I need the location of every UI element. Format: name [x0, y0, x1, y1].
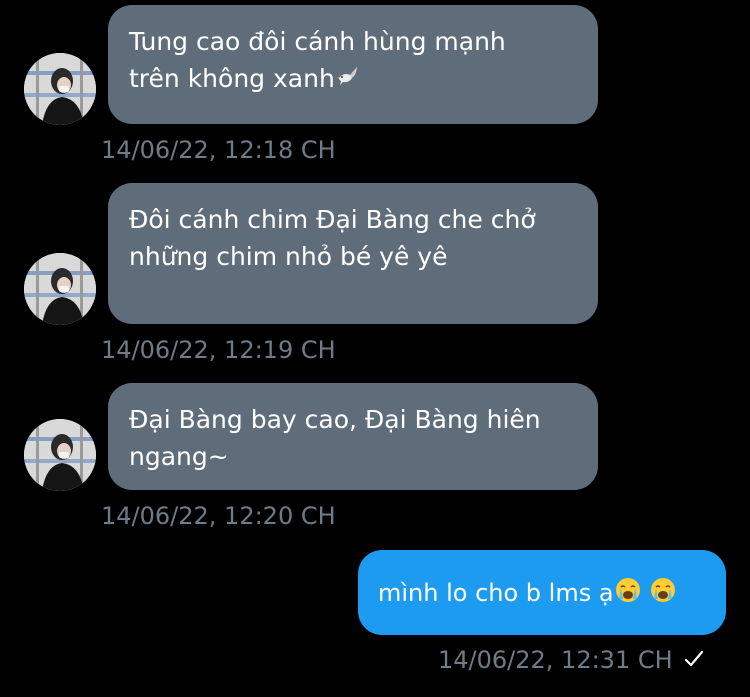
message-text-line: Đôi cánh chim Đại Bàng che chở: [129, 205, 536, 234]
message-timestamp: 14/06/22, 12:31 CH: [438, 646, 673, 674]
message-text-line: ngang~: [129, 442, 229, 471]
avatar-photo: [24, 53, 96, 125]
message-text-line: những chim nhỏ bé yê yê: [129, 242, 448, 271]
message-text-line: Tung cao đôi cánh hùng mạnh: [129, 27, 506, 56]
checkmark-icon: [683, 647, 705, 675]
avatar-photo: [24, 253, 96, 325]
dove-emoji-icon: [336, 62, 362, 99]
avatar-photo: [24, 419, 96, 491]
message-text: mình lo cho b lms ạ: [378, 578, 614, 607]
loudly-crying-face-emoji-icon: [615, 577, 641, 609]
loudly-crying-face-emoji-icon: [650, 577, 676, 609]
message-timestamp: 14/06/22, 12:19 CH: [101, 336, 336, 364]
message-timestamp: 14/06/22, 12:18 CH: [101, 136, 336, 164]
avatar[interactable]: [24, 253, 96, 325]
incoming-message-bubble[interactable]: Tung cao đôi cánh hùng mạnh trên không x…: [108, 5, 598, 124]
avatar[interactable]: [24, 53, 96, 125]
outgoing-message-bubble[interactable]: mình lo cho b lms ạ: [358, 550, 726, 635]
incoming-message-bubble[interactable]: Đôi cánh chim Đại Bàng che chở những chi…: [108, 183, 598, 324]
message-text-line: Đại Bàng bay cao, Đại Bàng hiên: [129, 405, 541, 434]
avatar[interactable]: [24, 419, 96, 491]
message-timestamp-row: 14/06/22, 12:31 CH: [438, 646, 705, 675]
message-text-line: trên không xanh: [129, 64, 335, 93]
incoming-message-bubble[interactable]: Đại Bàng bay cao, Đại Bàng hiên ngang~: [108, 383, 598, 490]
message-timestamp: 14/06/22, 12:20 CH: [101, 502, 336, 530]
